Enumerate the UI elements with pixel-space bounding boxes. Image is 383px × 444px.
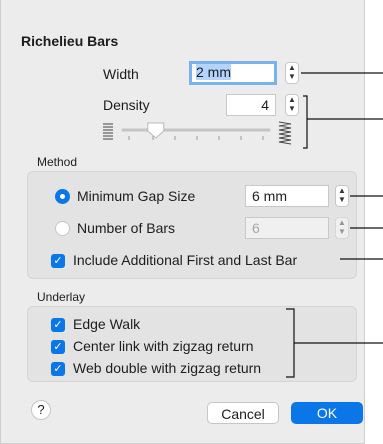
callout-lines	[286, 72, 383, 378]
density-callout-bracket	[303, 95, 308, 149]
underlay-callout-bracket	[286, 308, 295, 378]
